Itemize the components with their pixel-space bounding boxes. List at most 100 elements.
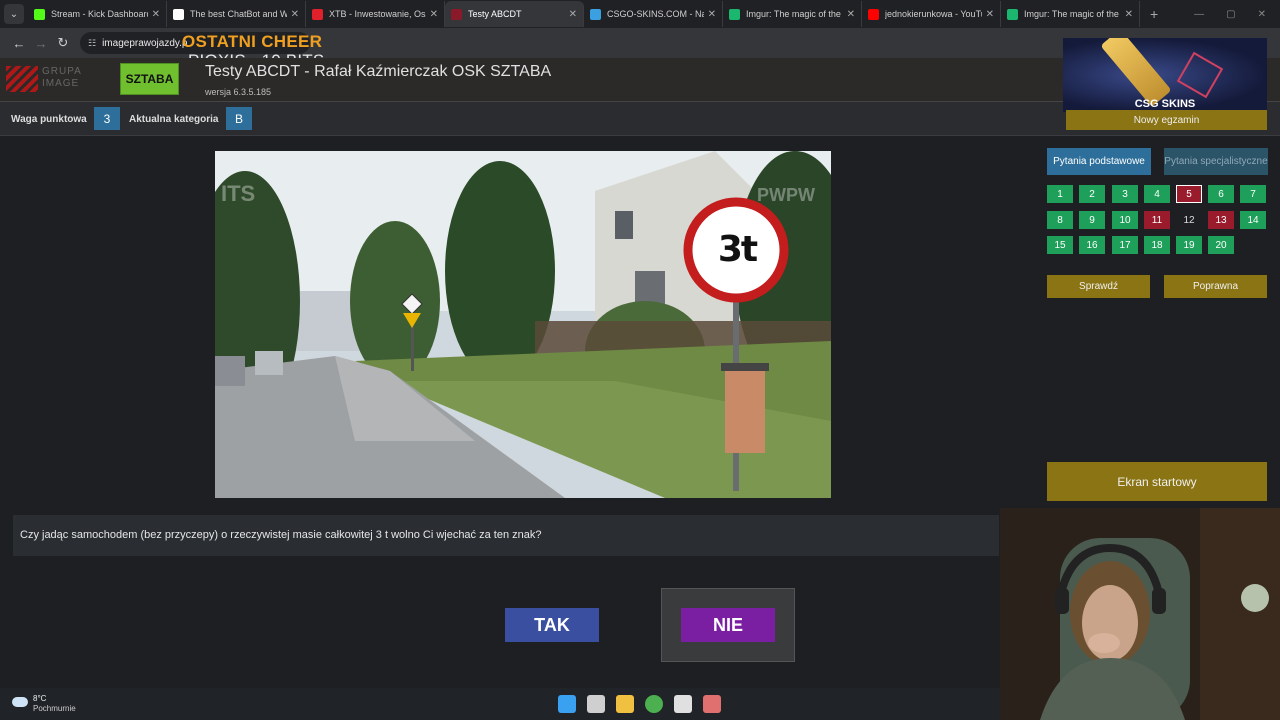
question-number-button[interactable]: 9 (1079, 211, 1105, 229)
close-tab-icon[interactable]: ✕ (1125, 9, 1133, 20)
question-number-button[interactable]: 6 (1208, 185, 1234, 203)
grupa-logo-stripes (6, 66, 38, 92)
page-title: Testy ABCDT - Rafał Kaźmierczak OSK SZTA… (205, 63, 552, 80)
webcam-overlay (1000, 508, 1280, 720)
close-window-icon[interactable]: ✕ (1258, 9, 1266, 20)
question-number-button[interactable]: 4 (1144, 185, 1170, 203)
question-number-button[interactable]: 5 (1176, 185, 1202, 203)
close-tab-icon[interactable]: ✕ (847, 9, 855, 20)
new-tab-icon[interactable]: + (1150, 6, 1158, 22)
knife-graphic (1100, 38, 1172, 107)
browser-tab[interactable]: Imgur: The magic of the I ✕ (1001, 1, 1140, 27)
forward-icon[interactable]: → (30, 36, 52, 51)
question-number-button[interactable]: 17 (1112, 236, 1138, 254)
question-number-button[interactable]: 1 (1047, 185, 1073, 203)
road-scene-image (215, 151, 831, 498)
close-tab-icon[interactable]: ✕ (152, 9, 160, 20)
close-tab-icon[interactable]: ✕ (569, 9, 577, 20)
question-number-button[interactable]: 11 (1144, 211, 1170, 229)
browser-tab[interactable]: CSGO-SKINS.COM - Najle ✕ (584, 1, 723, 27)
window-controls: — ▢ ✕ (1194, 9, 1280, 20)
tab-specialist-questions[interactable]: Pytania specjalistyczne (1164, 148, 1268, 175)
no-button[interactable]: NIE (681, 608, 775, 642)
weather-temp: 8°C (33, 694, 47, 703)
hexagon-graphic (1176, 51, 1224, 99)
kick-icon (34, 8, 45, 20)
windows-start-icon[interactable] (558, 695, 576, 713)
question-number-button[interactable]: 7 (1240, 185, 1266, 203)
task-view-icon[interactable] (587, 695, 605, 713)
youtube-icon (868, 8, 879, 20)
chrome-icon[interactable] (645, 695, 663, 713)
question-number-button[interactable]: 12 (1176, 211, 1202, 229)
close-tab-icon[interactable]: ✕ (708, 9, 716, 20)
tab-title: XTB - Inwestowanie, Oszc (329, 9, 426, 19)
question-number-button[interactable]: 15 (1047, 236, 1073, 254)
browser-tab-strip: ⌄ Stream - Kick Dashboard ✕ The best ChatB… (0, 0, 1280, 28)
question-number-button[interactable]: 3 (1112, 185, 1138, 203)
new-exam-button[interactable]: Nowy egzamin (1066, 110, 1267, 130)
reload-icon[interactable]: ↻ (52, 35, 74, 51)
back-icon[interactable]: ← (8, 36, 30, 51)
grupa-logo-text: GRUPA IMAGE (42, 66, 82, 89)
watermark-right: PWPW (757, 185, 815, 205)
alert-title: OSTATNI CHEER (182, 32, 323, 51)
question-number-button[interactable]: 10 (1112, 211, 1138, 229)
category-label: Aktualna kategoria (129, 114, 219, 125)
app-icon[interactable] (703, 695, 721, 713)
tab-title: CSGO-SKINS.COM - Najle (607, 9, 704, 19)
version-label: wersja 6.3.5.185 (205, 87, 272, 97)
question-number-button[interactable]: 14 (1240, 211, 1266, 229)
tab-basic-questions[interactable]: Pytania podstawowe (1047, 148, 1151, 175)
banner-brand: CSG SKINS (1134, 98, 1196, 110)
question-number-button[interactable]: 20 (1208, 236, 1234, 254)
browser-tab[interactable]: Imgur: The magic of the I ✕ (723, 1, 862, 27)
yes-button[interactable]: TAK (505, 608, 599, 642)
obs-icon[interactable] (674, 695, 692, 713)
url-text: imageprawojazdy.p (102, 37, 188, 49)
csgo-skins-banner: CSG SKINS (1063, 38, 1267, 112)
weight-value: 3 (94, 107, 120, 130)
close-tab-icon[interactable]: ✕ (430, 9, 438, 20)
tab-title: jednokierunkowa - YouTu (885, 9, 982, 19)
tab-search-icon[interactable]: ⌄ (4, 4, 24, 24)
maximize-icon[interactable]: ▢ (1226, 9, 1235, 20)
tab-title: Stream - Kick Dashboard (51, 9, 148, 19)
webcam-feed-image (1000, 508, 1280, 720)
question-number-button[interactable]: 19 (1176, 236, 1202, 254)
correct-answer-button[interactable]: Poprawna (1164, 275, 1267, 298)
question-number-button[interactable]: 16 (1079, 236, 1105, 254)
browser-tab[interactable]: The best ChatBot and Wi ✕ (167, 1, 306, 27)
csgo-icon (590, 8, 601, 20)
close-tab-icon[interactable]: ✕ (291, 9, 299, 20)
start-screen-button[interactable]: Ekran startowy (1047, 462, 1267, 501)
testy-icon (451, 8, 462, 20)
taskbar-apps (558, 695, 721, 713)
weight-label: Waga punktowa (11, 114, 87, 125)
question-number-button[interactable]: 2 (1079, 185, 1105, 203)
question-number-button[interactable]: 13 (1208, 211, 1234, 229)
question-text: Czy jadąc samochodem (bez przyczepy) o r… (20, 529, 542, 541)
xtb-icon (312, 8, 323, 20)
grupa-image-logo: GRUPA IMAGE (6, 64, 96, 94)
tabs-container: Stream - Kick Dashboard ✕ The best ChatBot… (28, 1, 1140, 27)
browser-tab[interactable]: Stream - Kick Dashboard ✕ (28, 1, 167, 27)
cloud-icon (12, 697, 28, 707)
question-number-button[interactable]: 8 (1047, 211, 1073, 229)
question-number-button[interactable]: 18 (1144, 236, 1170, 254)
watermark-left: ITS (221, 181, 256, 206)
weather-desc: Pochmurnie (33, 704, 76, 713)
imgur-icon (729, 8, 740, 20)
site-info-icon[interactable]: ☷ (88, 38, 96, 49)
close-tab-icon[interactable]: ✕ (986, 9, 994, 20)
browser-tab[interactable]: Testy ABCDT ✕ (445, 1, 584, 27)
browser-tab[interactable]: XTB - Inwestowanie, Oszc ✕ (306, 1, 445, 27)
chatbot-icon (173, 8, 184, 20)
file-explorer-icon[interactable] (616, 695, 634, 713)
question-photo: 3t ITS PWPW (215, 151, 831, 498)
minimize-icon[interactable]: — (1194, 9, 1204, 20)
browser-tab[interactable]: jednokierunkowa - YouTu ✕ (862, 1, 1001, 27)
category-value: B (226, 107, 252, 130)
check-button[interactable]: Sprawdź (1047, 275, 1150, 298)
tab-title: Testy ABCDT (468, 9, 522, 19)
